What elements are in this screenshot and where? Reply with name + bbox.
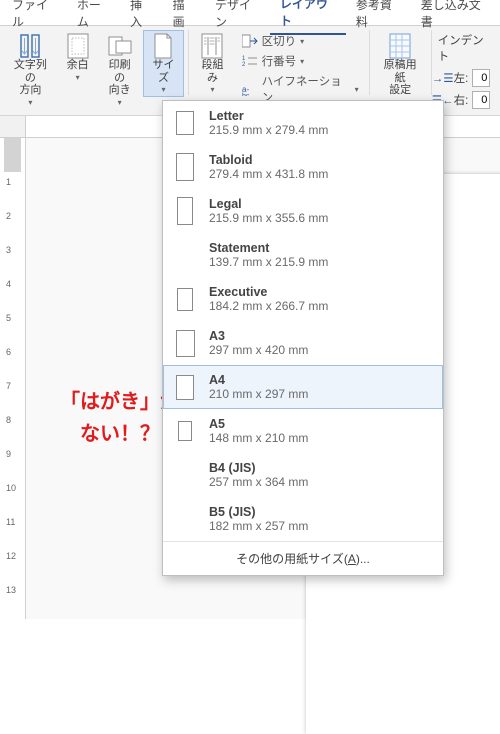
- size-icon: [152, 33, 174, 59]
- indent-left-icon: →☰: [436, 71, 450, 85]
- manuscript-label: 原稿用紙設定: [379, 59, 422, 97]
- ruler-corner: [0, 116, 26, 138]
- line-numbers-label: 行番号: [262, 53, 297, 69]
- columns-icon: [200, 33, 224, 59]
- orientation-button[interactable]: 印刷の向き ▾: [99, 30, 141, 110]
- size-button[interactable]: サイズ ▾: [143, 30, 185, 97]
- page-thumb-icon: [173, 153, 197, 181]
- chevron-down-icon: ▾: [161, 85, 165, 94]
- size-option-a4[interactable]: A4210 mm x 297 mm: [163, 365, 443, 409]
- indent-left-input[interactable]: [472, 69, 490, 87]
- size-label: サイズ: [148, 59, 180, 84]
- chevron-down-icon: ▾: [355, 85, 359, 94]
- chevron-down-icon: ▾: [300, 57, 304, 66]
- breaks-button[interactable]: 区切り ▾: [238, 32, 363, 50]
- size-option-executive[interactable]: Executive184.2 mm x 266.7 mm: [163, 277, 443, 321]
- orientation-label: 印刷の向き: [104, 59, 136, 97]
- margins-icon: [66, 33, 90, 59]
- manuscript-icon: [388, 33, 412, 59]
- page-thumb-icon: [173, 375, 197, 400]
- manuscript-button[interactable]: 原稿用紙設定: [374, 30, 427, 100]
- text-direction-icon: [17, 33, 43, 59]
- columns-label: 段組み: [196, 59, 228, 84]
- indent-left-row[interactable]: →☰ 左:: [436, 68, 491, 88]
- chevron-down-icon: ▾: [210, 85, 214, 94]
- svg-text:2: 2: [242, 62, 246, 68]
- orientation-icon: [107, 33, 133, 59]
- size-option-b5-jis-[interactable]: B5 (JIS)182 mm x 257 mm: [163, 497, 443, 541]
- margins-button[interactable]: 余白 ▾: [59, 30, 97, 85]
- indent-title: インデント: [436, 32, 496, 66]
- group-page-setup: 文字列の方向 ▾ 余白 ▾ 印刷の向き ▾ サ: [0, 26, 188, 115]
- vertical-ruler[interactable]: 12345678910111213: [0, 138, 26, 619]
- svg-text:bc: bc: [242, 93, 250, 96]
- text-direction-button[interactable]: 文字列の方向 ▾: [4, 30, 57, 110]
- chevron-down-icon: ▾: [76, 73, 80, 82]
- page-thumb-icon: [173, 421, 197, 441]
- size-option-letter[interactable]: Letter215.9 mm x 279.4 mm: [163, 101, 443, 145]
- page-thumb-icon: [173, 288, 197, 311]
- size-dropdown-menu[interactable]: Letter215.9 mm x 279.4 mmTabloid279.4 mm…: [162, 100, 444, 576]
- indent-right-label: 右:: [454, 92, 469, 108]
- page-thumb-icon: [173, 330, 197, 357]
- size-option-statement[interactable]: Statement139.7 mm x 215.9 mm: [163, 233, 443, 277]
- chevron-down-icon: ▾: [118, 98, 122, 107]
- text-direction-label: 文字列の方向: [9, 59, 52, 97]
- size-option-legal[interactable]: Legal215.9 mm x 355.6 mm: [163, 189, 443, 233]
- breaks-icon: [242, 34, 258, 48]
- chevron-down-icon: ▾: [300, 37, 304, 46]
- size-more-option[interactable]: その他の用紙サイズ(A)...: [163, 541, 443, 575]
- size-option-a5[interactable]: A5148 mm x 210 mm: [163, 409, 443, 453]
- hyphenation-icon: a-bc: [242, 82, 258, 96]
- page-thumb-icon: [173, 197, 197, 225]
- line-numbers-icon: 12: [242, 54, 258, 68]
- indent-right-input[interactable]: [472, 91, 490, 109]
- chevron-down-icon: ▾: [28, 98, 32, 107]
- columns-button[interactable]: 段組み ▾: [191, 30, 233, 97]
- indent-left-label: 左:: [454, 70, 469, 86]
- margins-label: 余白: [67, 59, 89, 72]
- page-thumb-icon: [173, 111, 197, 135]
- size-option-b4-jis-[interactable]: B4 (JIS)257 mm x 364 mm: [163, 453, 443, 497]
- size-option-tabloid[interactable]: Tabloid279.4 mm x 431.8 mm: [163, 145, 443, 189]
- line-numbers-button[interactable]: 12 行番号 ▾: [238, 52, 363, 70]
- size-option-a3[interactable]: A3297 mm x 420 mm: [163, 321, 443, 365]
- breaks-label: 区切り: [262, 33, 297, 49]
